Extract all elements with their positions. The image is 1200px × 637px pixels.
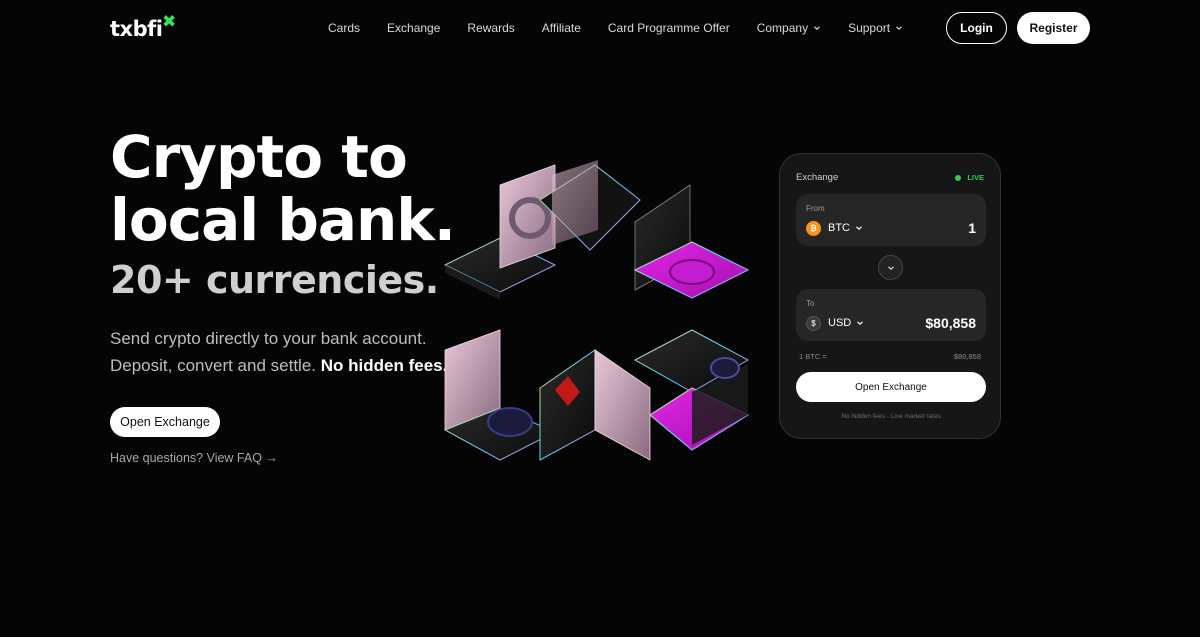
to-label: To xyxy=(806,299,815,308)
nav-link-label: Cards xyxy=(328,21,361,35)
lower-cube-right xyxy=(633,329,750,451)
nav-link-label: Support xyxy=(848,21,891,35)
hero-desc-line1: Send crypto directly to your bank accoun… xyxy=(110,329,427,348)
from-amount-input[interactable]: 1 xyxy=(968,220,976,236)
swap-direction-button[interactable] xyxy=(878,255,903,280)
chevron-down-icon xyxy=(857,321,864,326)
nav-link-label: Company xyxy=(756,21,809,35)
login-button[interactable]: Login xyxy=(946,12,1007,44)
to-currency-code: USD xyxy=(828,317,852,329)
chevron-down-icon xyxy=(887,265,894,270)
rate-value: $80,858 xyxy=(953,352,981,361)
lower-cube-center xyxy=(539,349,651,461)
chevron-down-icon xyxy=(896,26,903,31)
dollar-icon: $ xyxy=(806,316,821,331)
exchange-widget-title: Exchange xyxy=(796,172,839,183)
crypto-cubes-illustration xyxy=(443,160,750,461)
hero-desc-line2: Deposit, convert and settle. xyxy=(110,356,317,375)
nav-link-exchange[interactable]: Exchange xyxy=(387,21,440,35)
from-currency-select[interactable]: BTC xyxy=(828,222,863,234)
upper-cube-pink xyxy=(499,164,556,269)
nav-links: Cards Exchange Rewards Affiliate Card Pr… xyxy=(328,21,930,35)
hero-subheading: 20+ currencies. xyxy=(110,258,439,302)
open-exchange-button[interactable]: Open Exchange xyxy=(110,407,220,437)
chevron-down-icon xyxy=(814,26,820,31)
widget-footer-note: No hidden fees · Live market rates xyxy=(841,413,941,420)
live-status-badge: LIVE xyxy=(955,173,984,182)
rate-label: 1 BTC = xyxy=(799,352,827,361)
brand-logo[interactable]: txbfi xyxy=(110,17,163,41)
nav-link-support[interactable]: Support xyxy=(848,21,903,35)
hero-desc-emphasis: No hidden fees. xyxy=(320,356,448,375)
hero-description: Send crypto directly to your bank accoun… xyxy=(110,325,470,379)
from-currency-code: BTC xyxy=(828,222,850,234)
live-status-label: LIVE xyxy=(967,173,984,182)
nav-link-rewards[interactable]: Rewards xyxy=(467,21,514,35)
register-button[interactable]: Register xyxy=(1017,12,1090,44)
widget-open-exchange-button[interactable]: Open Exchange xyxy=(796,372,986,402)
nav-link-label: Affiliate xyxy=(541,21,581,35)
lower-cube-left xyxy=(443,329,557,461)
nav-link-affiliate[interactable]: Affiliate xyxy=(542,21,581,35)
from-label: From xyxy=(806,204,825,213)
to-currency-panel: To $ USD $80,858 xyxy=(796,289,986,341)
top-navigation: txbfi ✖ Cards Exchange Rewards Affiliate… xyxy=(0,0,1200,58)
faq-link[interactable]: Have questions? View FAQ → xyxy=(110,451,278,465)
nav-link-label: Rewards xyxy=(467,21,515,35)
chevron-down-icon xyxy=(856,226,862,231)
logo-x-icon: ✖ xyxy=(162,12,177,32)
to-currency-select[interactable]: USD xyxy=(828,317,864,329)
from-currency-panel: From ₿ BTC 1 xyxy=(796,194,986,246)
nav-link-company[interactable]: Company xyxy=(757,21,821,35)
nav-link-card-programme-offer[interactable]: Card Programme Offer xyxy=(608,21,730,35)
nav-link-cards[interactable]: Cards xyxy=(328,21,360,35)
live-dot-icon xyxy=(955,174,962,181)
to-amount-value: $80,858 xyxy=(925,315,976,331)
bitcoin-icon: ₿ xyxy=(806,221,821,236)
nav-link-label: Exchange xyxy=(387,21,441,35)
nav-link-label: Card Programme Offer xyxy=(607,21,730,35)
exchange-widget: Exchange LIVE From ₿ BTC 1 To $ USD $80,… xyxy=(779,153,1001,439)
